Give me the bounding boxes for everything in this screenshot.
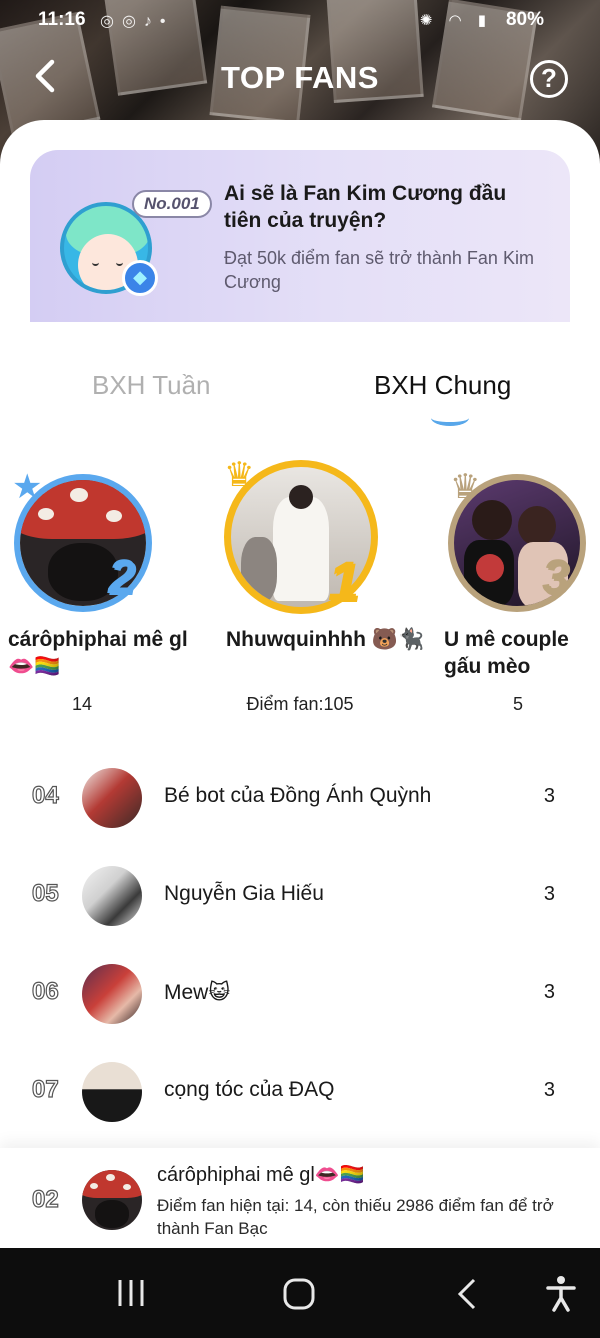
avatar xyxy=(82,964,142,1024)
system-nav-bar xyxy=(0,1248,600,1338)
fan-progress-text: Điểm fan hiện tại: 14, còn thiếu 2986 đi… xyxy=(157,1196,554,1238)
fan-score: 3 xyxy=(543,981,555,1003)
rank-number: 2 xyxy=(110,553,137,606)
avatar xyxy=(82,866,142,926)
avatar xyxy=(82,1062,142,1122)
tab-weekly[interactable]: BXH Tuần xyxy=(92,370,211,401)
status-bar: 11:16 ◎◎♪• ✺ ◠ ▮ 80% xyxy=(0,0,600,40)
fan-name: Nguyễn Gia Hiếu xyxy=(164,882,324,905)
page-title: TOP FANS xyxy=(221,60,379,95)
list-item[interactable]: 06 Mew😺 3 xyxy=(0,954,600,1034)
status-time: 11:16 xyxy=(38,9,86,30)
fan-score: 3 xyxy=(543,1079,555,1101)
avatar xyxy=(82,768,142,828)
crown-icon: ★ xyxy=(12,468,43,506)
rank-badge: No.001 xyxy=(132,190,212,218)
rank-number: 1 xyxy=(330,551,362,614)
top-bar: TOP FANS ? xyxy=(0,52,600,108)
list-item[interactable]: 05 Nguyễn Gia Hiếu 3 xyxy=(0,856,600,936)
home-button[interactable] xyxy=(281,1276,317,1317)
podium-score: 14 xyxy=(71,694,93,714)
rank-number: 05 xyxy=(31,879,59,907)
system-back-button[interactable] xyxy=(454,1276,482,1317)
rank-number: 3 xyxy=(544,553,571,606)
current-user-rank[interactable]: 02 cárôphiphai mê gl👄🏳️‍🌈 Điểm fan hiện … xyxy=(0,1148,600,1248)
content-sheet: ◆ No.001 Ai sẽ là Fan Kim Cương đầu tiên… xyxy=(0,120,600,1248)
crown-icon: ♛ xyxy=(224,456,255,494)
rank-number: 04 xyxy=(31,781,59,809)
rank-number: 07 xyxy=(31,1075,59,1103)
battery-level: 80% xyxy=(505,9,544,30)
fan-name: Mew😺 xyxy=(164,981,231,1004)
podium-name: cárôphiphai mê gl👄🏳️‍🌈 xyxy=(8,628,188,678)
diamond-fan-banner[interactable]: ◆ No.001 Ai sẽ là Fan Kim Cương đầu tiên… xyxy=(30,150,570,322)
notification-icons: ◎◎♪• xyxy=(100,13,174,30)
recent-apps-icon xyxy=(118,1280,144,1306)
accessibility-button[interactable] xyxy=(544,1274,578,1319)
fan-score: 3 xyxy=(543,785,555,807)
podium-name: Nhuwquinhhh 🐻🐈‍⬛ xyxy=(226,628,425,651)
help-button[interactable]: ? xyxy=(530,60,568,98)
list-item[interactable]: 07 cọng tóc của ĐAQ 3 xyxy=(0,1052,600,1132)
avatar xyxy=(82,1170,142,1230)
home-icon xyxy=(283,1278,315,1310)
rank-number: 02 xyxy=(31,1185,59,1213)
recent-apps-button[interactable] xyxy=(114,1276,148,1315)
fan-name: cọng tóc của ĐAQ xyxy=(164,1078,335,1101)
crown-icon: ♛ xyxy=(450,468,481,506)
chevron-left-icon xyxy=(457,1278,476,1310)
question-icon: ? xyxy=(541,63,557,93)
fan-score: 3 xyxy=(543,883,555,905)
rank-number: 06 xyxy=(31,977,59,1005)
podium-score: Điểm fan:105 xyxy=(246,694,354,714)
active-tab-indicator xyxy=(431,410,469,426)
tab-overall[interactable]: BXH Chung xyxy=(374,370,511,401)
accessibility-icon xyxy=(546,1276,576,1312)
fan-name: Bé bot của Đồng Ánh Quỳnh xyxy=(164,784,432,807)
user-name: cárôphiphai mê gl👄🏳️‍🌈 xyxy=(157,1164,365,1186)
banner-subtitle: Đạt 50k điểm fan sẽ trở thành Fan Kim Cư… xyxy=(224,248,534,292)
podium-score: 5 xyxy=(512,694,523,714)
diamond-icon: ◆ xyxy=(122,260,158,296)
signal-icons: ✺ ◠ ▮ xyxy=(419,12,492,29)
list-item[interactable]: 04 Bé bot của Đồng Ánh Quỳnh 3 xyxy=(0,758,600,838)
banner-title: Ai sẽ là Fan Kim Cương đầu tiên của truy… xyxy=(224,182,507,232)
podium-name: U mê couple gấu mèo xyxy=(444,628,569,678)
ranking-tabs: BXH Tuần BXH Chung xyxy=(0,360,600,430)
